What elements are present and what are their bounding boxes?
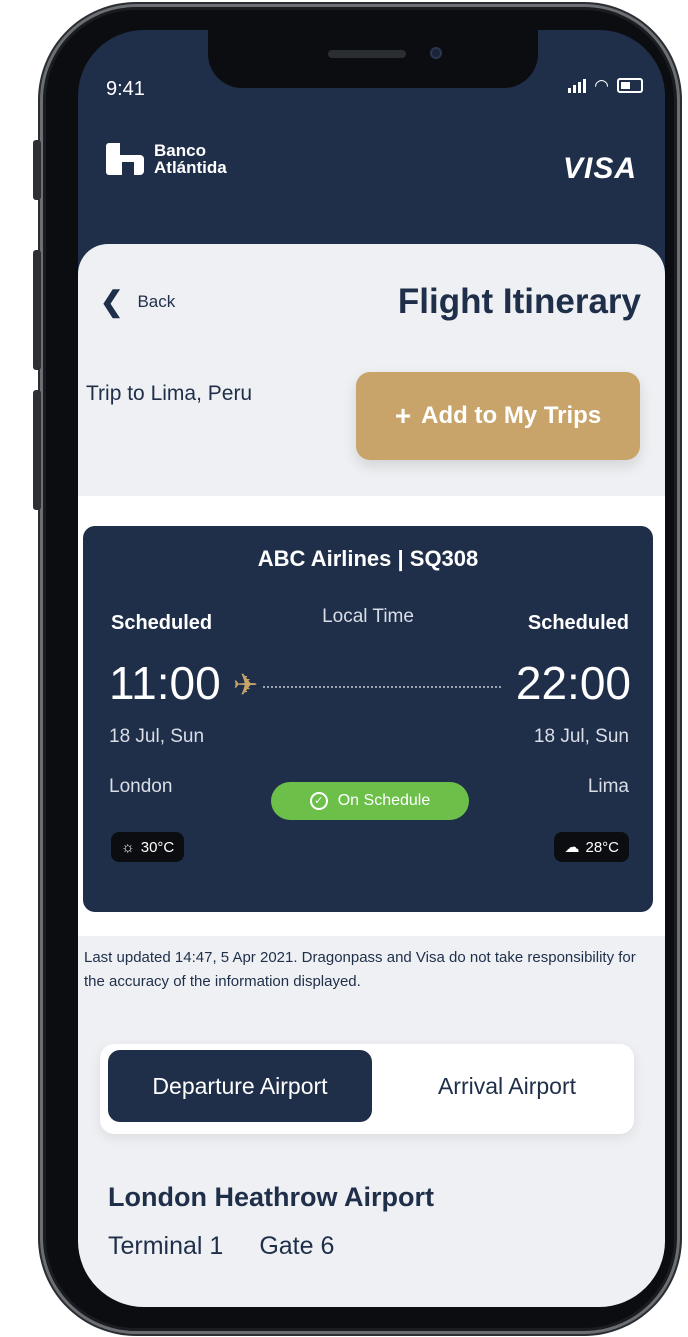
add-to-my-trips-button[interactable]: + Add to My Trips — [356, 372, 640, 460]
route-line — [263, 686, 501, 688]
notch — [208, 30, 538, 88]
battery-icon — [617, 78, 643, 93]
chevron-left-icon: ❮ — [100, 286, 124, 317]
visa-logo: VISA — [562, 152, 637, 185]
volume-down-button — [33, 390, 41, 510]
arrival-date: 18 Jul, Sun — [533, 726, 629, 747]
sun-icon: ☼ — [121, 838, 135, 856]
departure-date: 18 Jul, Sun — [109, 726, 205, 747]
disclaimer-text: Last updated 14:47, 5 Apr 2021. Dragonpa… — [84, 949, 636, 990]
departure-weather: ☼ 30°C — [111, 832, 185, 862]
add-button-label: Add to My Trips — [421, 402, 602, 429]
tab-arrival-airport[interactable]: Arrival Airport — [392, 1050, 622, 1122]
camera — [430, 47, 442, 59]
bank-brand: Banco Atlántida — [106, 142, 254, 176]
arrival-temperature: 28°C — [585, 838, 619, 856]
airport-tabs: Departure Airport Arrival Airport — [100, 1044, 634, 1134]
back-label: Back — [137, 292, 176, 311]
departure-city: London — [109, 776, 173, 797]
back-button[interactable]: ❮ Back — [100, 286, 176, 317]
airplane-icon: ✈ — [233, 669, 259, 702]
bank-logo-icon — [106, 143, 144, 175]
flight-card[interactable]: ABC Airlines | SQ308 Scheduled Local Tim… — [83, 526, 653, 912]
mute-switch — [33, 140, 41, 200]
trip-name: Trip to Lima, Peru — [86, 382, 253, 405]
tab-departure-airport[interactable]: Departure Airport — [108, 1050, 372, 1122]
arrival-time: 22:00 — [515, 657, 631, 709]
phone-screen: 9:41 ◠ Banco Atlántida VISA ❮ Back Fligh… — [78, 30, 665, 1307]
departure-time: 11:00 — [109, 657, 221, 709]
airline-flight-number: ABC Airlines | SQ308 — [257, 546, 479, 571]
status-time: 9:41 — [106, 78, 145, 100]
wifi-icon: ◠ — [594, 76, 609, 95]
page-title: Flight Itinerary — [397, 282, 641, 321]
airport-name: London Heathrow Airport — [108, 1182, 434, 1212]
flight-section: ABC Airlines | SQ308 Scheduled Local Tim… — [78, 496, 665, 936]
status-icons: ◠ — [568, 76, 643, 95]
speaker — [328, 50, 406, 58]
gate-label: Gate 6 — [259, 1232, 335, 1260]
terminal-gate-row: Terminal 1 Gate 6 — [108, 1232, 334, 1261]
plus-icon: + — [394, 400, 412, 431]
bank-name: Banco Atlántida — [154, 141, 227, 177]
status-badge: ✓ On Schedule — [271, 782, 469, 820]
terminal-label: Terminal 1 — [108, 1232, 224, 1260]
departure-temperature: 30°C — [140, 838, 175, 856]
arrival-weather: ☁ 28°C — [554, 832, 629, 862]
content-panel: ❮ Back Flight Itinerary Trip to Lima, Pe… — [78, 244, 665, 1307]
cloud-icon: ☁ — [564, 839, 580, 856]
arrival-city: Lima — [587, 776, 629, 797]
signal-icon — [568, 79, 587, 93]
arrival-status: Scheduled — [527, 612, 629, 634]
check-circle-icon: ✓ — [309, 792, 328, 810]
volume-up-button — [33, 250, 41, 370]
status-label: On Schedule — [337, 792, 431, 809]
